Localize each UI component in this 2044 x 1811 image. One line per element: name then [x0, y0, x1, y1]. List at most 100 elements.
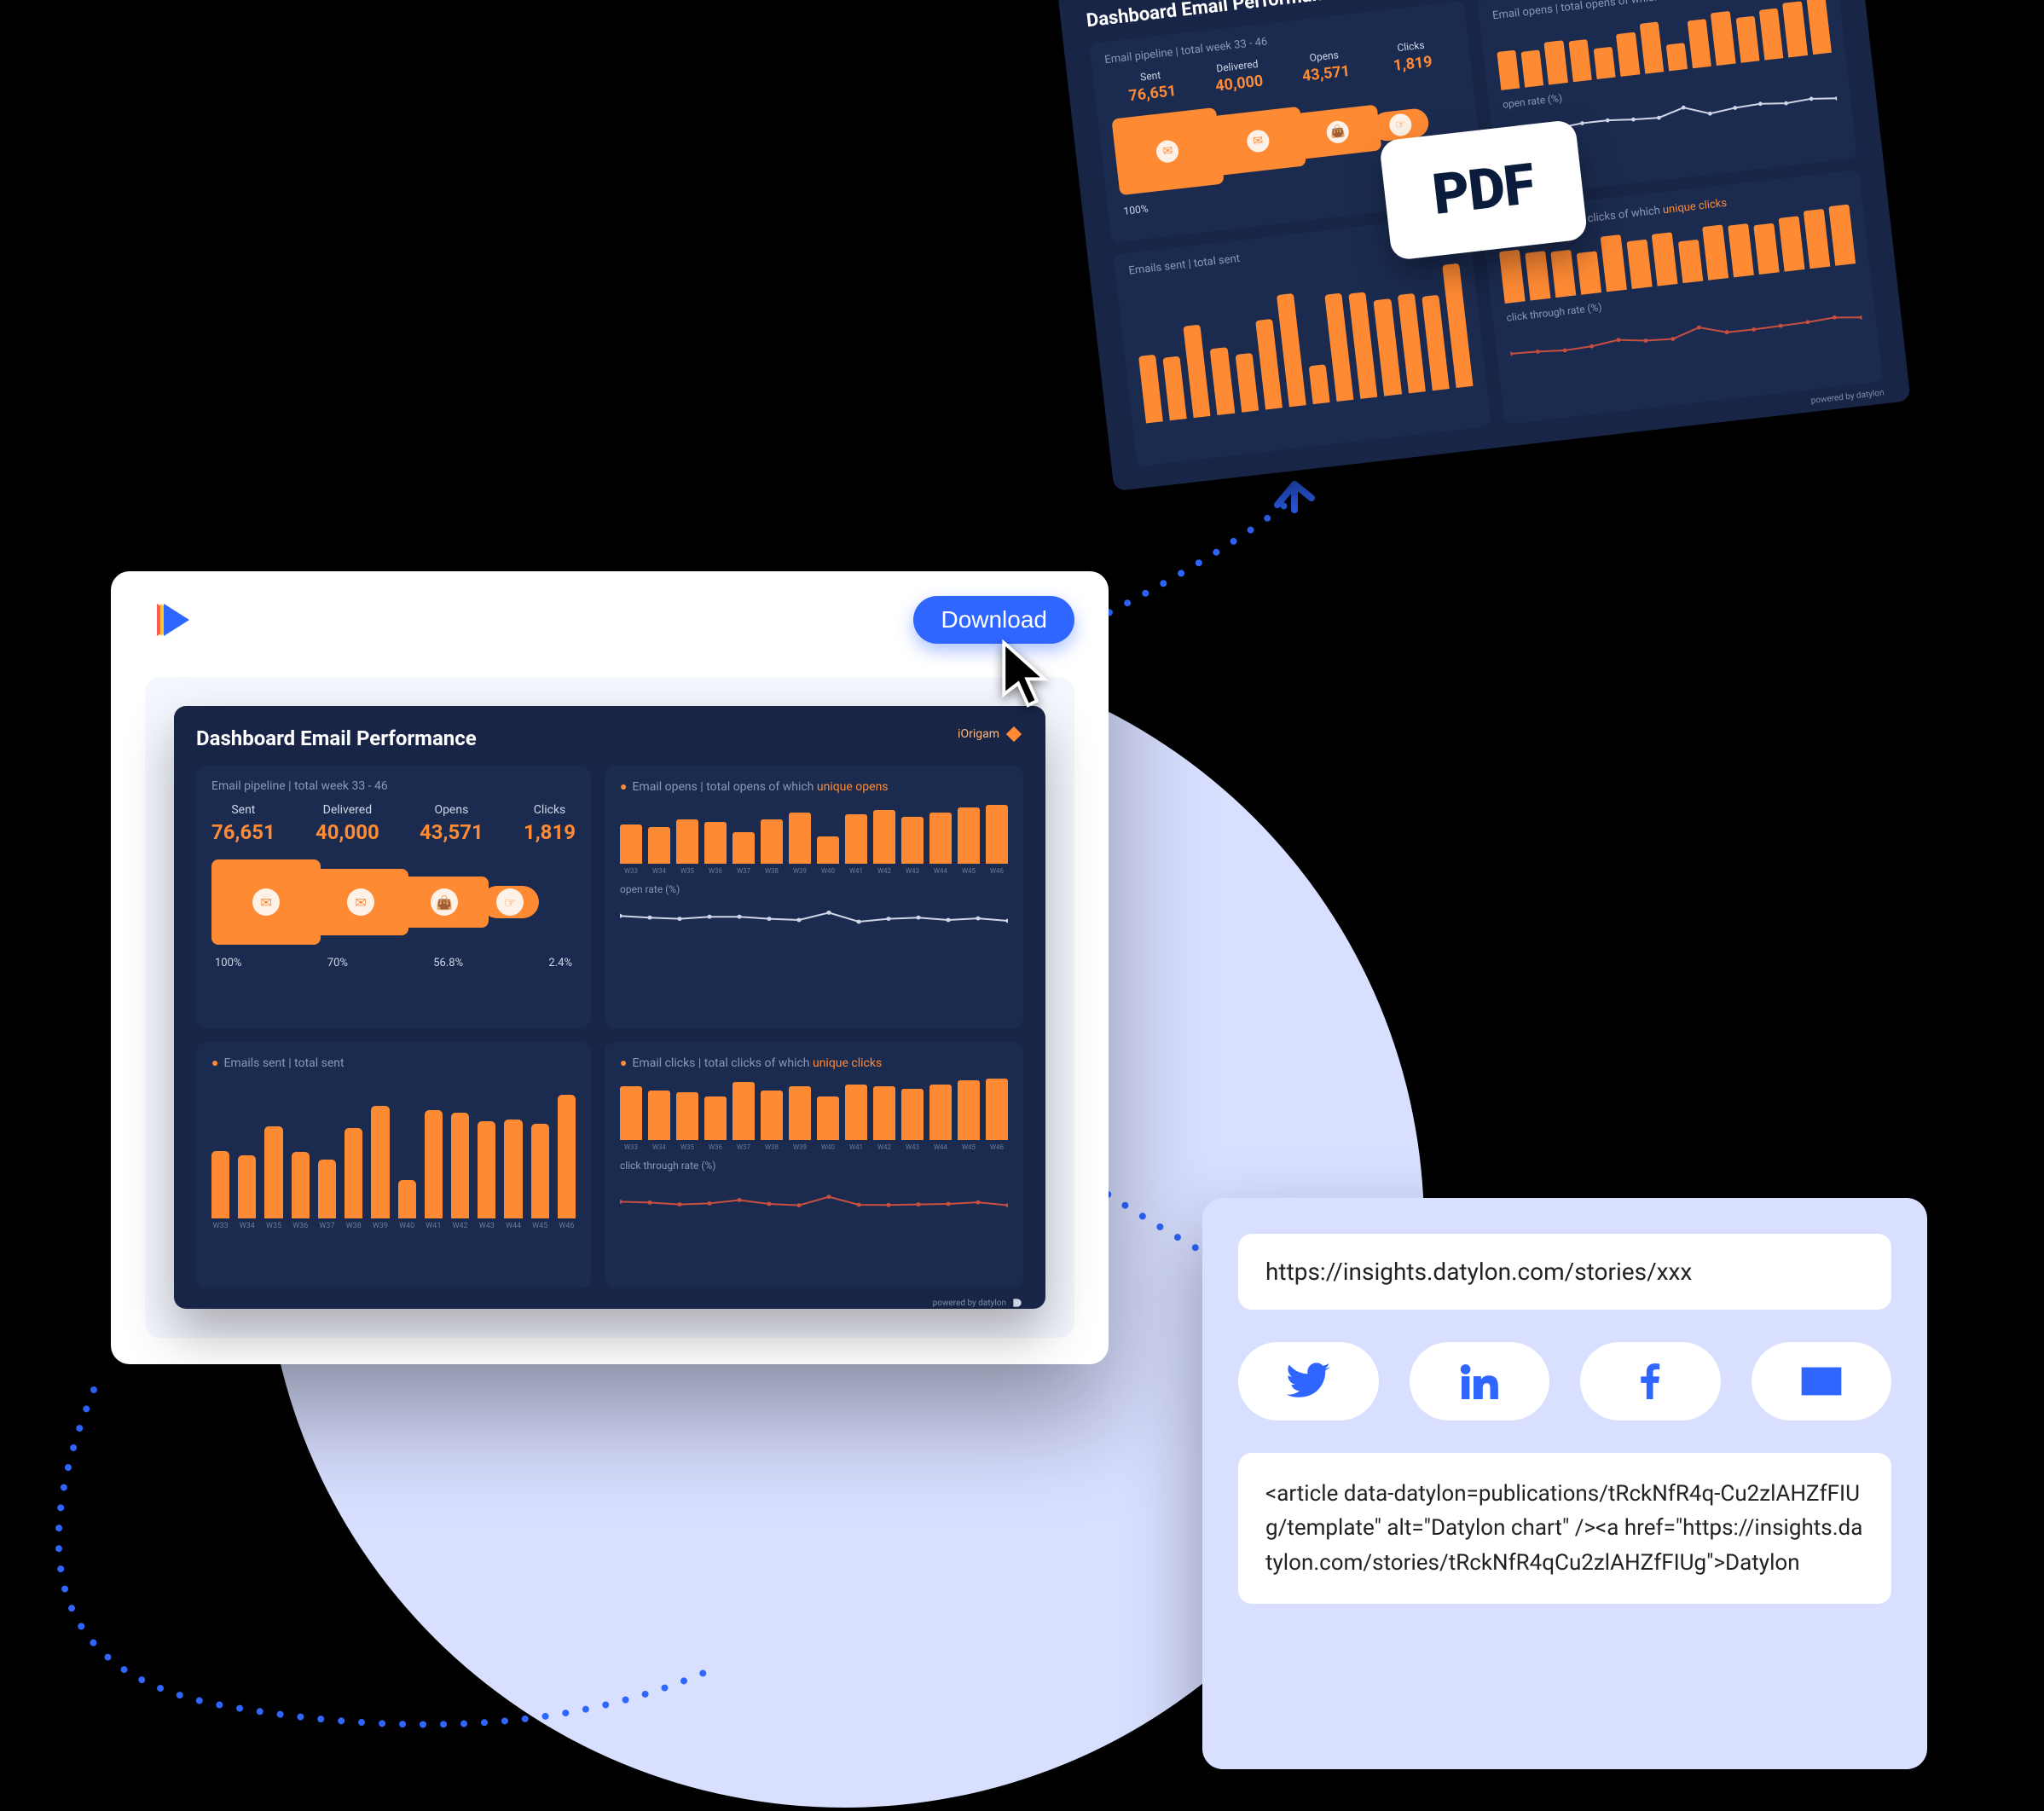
bar	[1550, 250, 1576, 298]
bar	[1577, 251, 1601, 294]
dashboard-embed: Dashboard Email Performance iOrigam Emai…	[174, 706, 1045, 1309]
bar	[1652, 233, 1678, 286]
bar	[817, 836, 839, 864]
bar	[1688, 19, 1711, 68]
funnel-shape: ✉ ✉ 👜 ☞	[211, 859, 576, 945]
bar	[1309, 364, 1330, 404]
bar	[1702, 224, 1728, 280]
bar	[1601, 234, 1627, 292]
open-rate-line	[620, 900, 1008, 941]
bar	[451, 1113, 469, 1218]
bar	[1759, 9, 1784, 61]
app-logo-icon	[145, 595, 194, 645]
bar	[789, 1086, 811, 1139]
bar	[1184, 325, 1211, 419]
bar	[504, 1120, 522, 1218]
ctr-line	[620, 1177, 1008, 1218]
app-inner-frame: Dashboard Email Performance iOrigam Emai…	[145, 677, 1074, 1338]
bar	[1782, 1, 1807, 58]
bar	[845, 814, 867, 864]
bar	[1324, 292, 1353, 402]
bar	[1594, 46, 1616, 79]
bar	[704, 822, 727, 864]
share-url-box[interactable]: https://insights.datylon.com/stories/xxx	[1238, 1234, 1891, 1310]
bar	[1255, 319, 1283, 410]
bar	[1525, 251, 1550, 300]
bar	[211, 1151, 229, 1218]
opens-axis: W33W34W35W36W37W38W39W40W41W42W43W44W45W…	[620, 867, 1008, 875]
bar	[1728, 223, 1754, 277]
share-card: https://insights.datylon.com/stories/xxx…	[1202, 1198, 1927, 1769]
bar	[901, 817, 924, 864]
bar	[558, 1095, 576, 1218]
bar	[676, 819, 698, 864]
bar	[1828, 205, 1856, 266]
bar	[761, 819, 783, 864]
bar	[986, 805, 1008, 864]
bar	[873, 1086, 895, 1139]
bar	[238, 1155, 256, 1218]
bar	[732, 1082, 755, 1139]
bar	[1210, 347, 1235, 414]
bar	[1544, 40, 1568, 85]
bar	[732, 832, 755, 864]
bar	[1397, 293, 1425, 393]
pdf-badge: PDF	[1379, 119, 1588, 261]
dashboard-title: Dashboard Email Performance	[196, 726, 1023, 750]
bar	[531, 1124, 549, 1218]
bar	[901, 1089, 924, 1140]
bar	[704, 1096, 727, 1139]
bar	[1804, 209, 1831, 269]
bar	[1678, 240, 1703, 283]
bar	[371, 1106, 389, 1218]
bar	[264, 1126, 282, 1218]
bar	[1499, 250, 1526, 304]
sent-bars	[211, 1084, 576, 1218]
bar	[929, 1085, 952, 1140]
bar	[1235, 352, 1259, 412]
bar	[620, 1086, 642, 1139]
bar	[292, 1152, 310, 1218]
bar	[1626, 240, 1652, 289]
share-facebook-button[interactable]	[1580, 1342, 1721, 1420]
app-window: Download Dashboard Email Performance iOr…	[111, 571, 1109, 1364]
bar	[873, 810, 895, 864]
bar	[620, 824, 642, 864]
bar	[425, 1110, 443, 1218]
bar	[986, 1079, 1008, 1140]
bar	[1711, 11, 1735, 66]
sent-axis: W33W34W35W36W37W38W39W40W41W42W43W44W45W…	[211, 1222, 576, 1230]
cursor-icon	[996, 639, 1056, 720]
bar	[1616, 32, 1640, 77]
bar	[648, 827, 670, 864]
bar	[1806, 0, 1832, 55]
download-button[interactable]: Download	[913, 596, 1074, 644]
bar	[1666, 43, 1688, 71]
bar	[345, 1128, 362, 1218]
bar	[1374, 298, 1402, 396]
bar	[958, 807, 980, 864]
bar	[648, 1091, 670, 1140]
share-email-button[interactable]	[1752, 1342, 1892, 1420]
bar	[1163, 356, 1187, 421]
bar	[817, 1096, 839, 1139]
dashboard-brand: iOrigam	[958, 725, 1023, 743]
bar	[676, 1092, 698, 1139]
clicks-card: ●Email clicks | total clicks of which un…	[605, 1042, 1023, 1289]
clicks-bars	[620, 1079, 1008, 1140]
bar	[1277, 293, 1306, 407]
bar	[318, 1160, 336, 1218]
dashboard-footer: powered by datylon	[196, 1297, 1023, 1309]
opens-bars	[620, 802, 1008, 864]
bar	[1422, 295, 1450, 391]
share-twitter-button[interactable]	[1238, 1342, 1379, 1420]
bar	[1779, 216, 1805, 271]
bar	[1349, 292, 1378, 399]
bar	[1735, 15, 1759, 62]
share-linkedin-button[interactable]	[1410, 1342, 1550, 1420]
pdf-sent-bars	[1131, 252, 1473, 424]
bar	[1497, 50, 1520, 90]
share-embed-box[interactable]: <article data-datylon=publications/tRckN…	[1238, 1453, 1891, 1604]
bar	[845, 1085, 867, 1140]
opens-card: ●Email opens | total opens of which uniq…	[605, 766, 1023, 1028]
